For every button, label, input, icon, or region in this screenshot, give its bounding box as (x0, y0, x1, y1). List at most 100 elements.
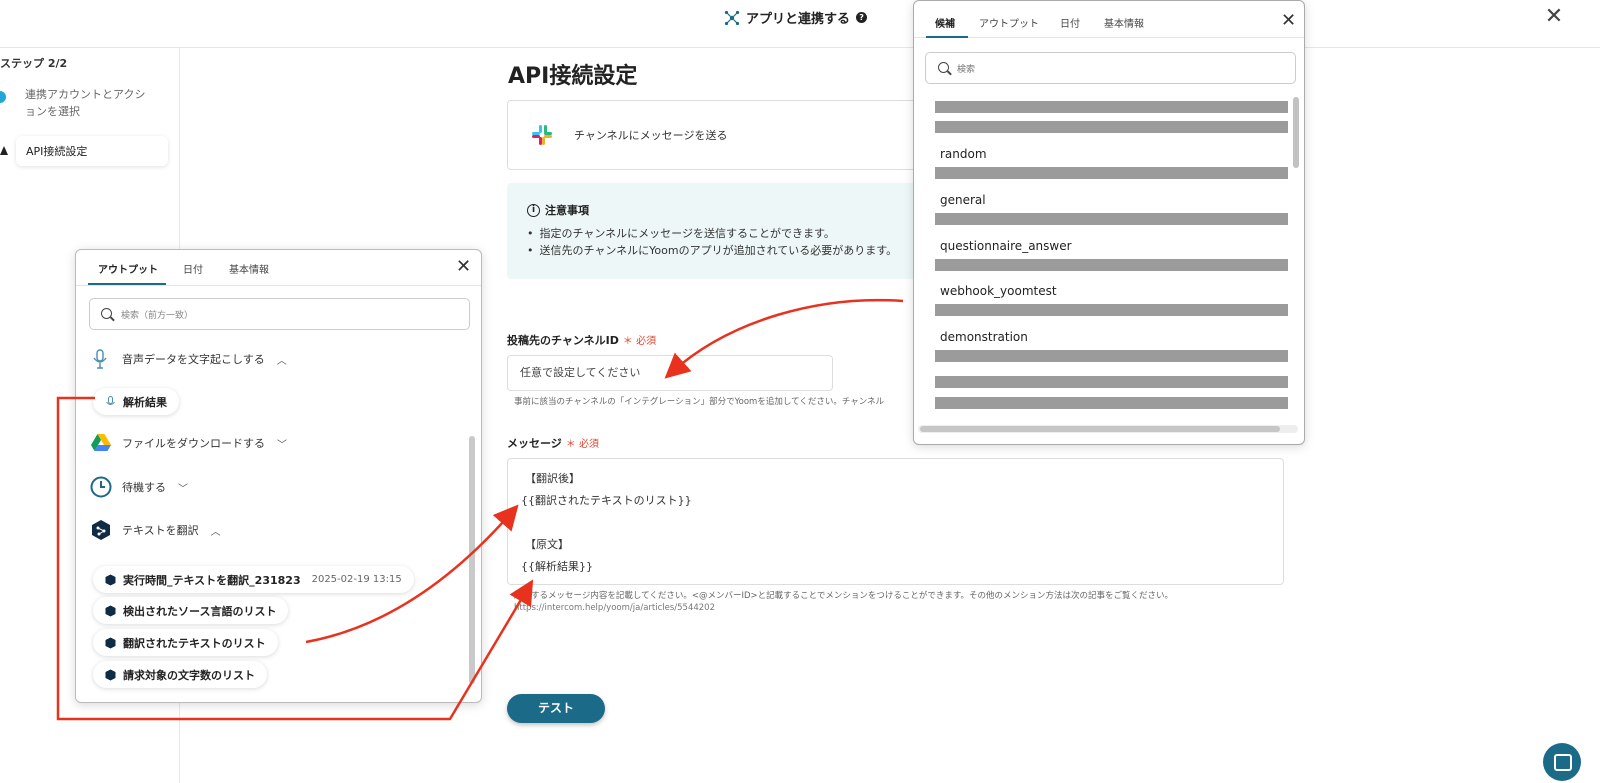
top-bar: アプリと連携する ? ✕ (0, 0, 1600, 48)
chip-label: 解析結果 (123, 395, 167, 409)
required-badge: ＊ 必須 (622, 336, 657, 347)
notice-box: i 注意事項 指定のチャンネルにメッセージを送信することができます。 送信先のチ… (507, 183, 967, 279)
chip-label: 検出されたソース言語のリスト (123, 604, 277, 618)
notice-title-text: 注意事項 (545, 204, 589, 217)
redacted-channel (935, 259, 1288, 271)
chip-label: 翻訳されたテキストのリスト (123, 636, 266, 650)
section-label: 音声データを文字起こしする (122, 353, 265, 366)
help-article-link[interactable]: https://intercom.help/yoom/ja/articles/5… (514, 603, 715, 613)
channel-search-input[interactable]: 検索 (925, 52, 1296, 84)
close-icon[interactable]: ✕ (456, 258, 471, 276)
section-label: 待機する (122, 481, 166, 494)
tab-date[interactable]: 日付 (1060, 15, 1080, 30)
output-search-input[interactable]: 検索（前方一致） (89, 298, 470, 330)
section-translate[interactable]: テキストを翻訳 ︿ (90, 519, 221, 541)
output-picker-popup: アウトプット 日付 基本情報 ✕ 検索（前方一致） 音声データを文字起こしする … (75, 249, 482, 703)
search-placeholder: 検索（前方一致） (121, 311, 194, 321)
output-chip-analysis-result[interactable]: 解析結果 (93, 388, 179, 415)
channel-option[interactable]: questionnaire_answer (940, 239, 1072, 253)
channel-option[interactable]: demonstration (940, 330, 1028, 344)
redacted-channel (935, 304, 1288, 316)
tab-basic-info[interactable]: 基本情報 (229, 261, 269, 276)
scrollbar[interactable] (1293, 97, 1299, 168)
tab-output[interactable]: アウトプット (98, 261, 158, 276)
chat-support-icon[interactable] (1543, 743, 1581, 781)
voice-icon (106, 395, 115, 405)
channel-id-label: 投稿先のチャンネルID ＊ 必須 (507, 332, 656, 348)
section-label: ファイルをダウンロードする (122, 437, 265, 450)
message-label: メッセージ＊ 必須 (507, 435, 599, 451)
deepl-icon (105, 637, 116, 648)
horizontal-scrollbar[interactable] (920, 426, 1280, 432)
chip-label: 請求対象の文字数のリスト (123, 668, 255, 682)
chevron-up-icon: ︿ (276, 355, 287, 367)
channel-option[interactable]: general (940, 193, 986, 207)
chevron-down-icon: ﹀ (178, 483, 188, 495)
chip-label: 実行時間_テキストを翻訳_231823 (123, 573, 301, 587)
action-label: チャンネルにメッセージを送る (574, 129, 728, 142)
redacted-channel (935, 397, 1288, 409)
info-icon: i (527, 203, 540, 217)
notice-item: 送信先のチャンネルにYoomのアプリが追加されている必要があります。 (527, 242, 898, 259)
message-line: 【翻訳後】 (525, 472, 580, 485)
clock-icon (90, 476, 112, 498)
message-line: {{解析結果}} (521, 560, 593, 573)
channel-id-input[interactable]: 任意で設定してください (507, 355, 833, 391)
warning-icon (0, 146, 8, 155)
channel-picker-popup: 候補 アウトプット 日付 基本情報 ✕ 検索 random general qu… (913, 0, 1305, 445)
step-label: API接続設定 (26, 145, 88, 158)
sidebar-step-api-settings[interactable]: API接続設定 (0, 136, 168, 166)
section-download[interactable]: ファイルをダウンロードする ﹀ (90, 432, 287, 454)
required-badge: ＊ 必須 (565, 439, 599, 450)
redacted-channel (935, 213, 1288, 225)
deepl-icon (92, 520, 110, 540)
voice-icon (93, 349, 107, 369)
channel-option[interactable]: random (940, 147, 987, 161)
message-help: 送信するメッセージ内容を記載してください。<@メンバーID>と記載することでメン… (514, 591, 1174, 601)
step-label: 連携アカウントとアクションを選択 (25, 88, 146, 118)
search-icon (938, 62, 949, 73)
slack-icon (532, 125, 552, 145)
active-tab-indicator (926, 36, 968, 38)
redacted-channel (935, 376, 1288, 388)
active-tab-indicator (88, 283, 166, 285)
chevron-up-icon: ︿ (210, 526, 221, 538)
tab-candidates[interactable]: 候補 (935, 15, 955, 30)
section-label: テキストを翻訳 (122, 524, 199, 537)
output-chip-char-count[interactable]: 請求対象の文字数のリスト (93, 661, 267, 688)
redacted-channel (935, 167, 1288, 179)
message-textarea[interactable]: 【翻訳後】 {{翻訳されたテキストのリスト}} 【原文】 {{解析結果}} (507, 458, 1284, 585)
output-chip-run-time[interactable]: 実行時間_テキストを翻訳_231823 2025-02-19 13:15 (93, 566, 414, 593)
action-card: チャンネルにメッセージを送る (507, 100, 967, 170)
tab-date[interactable]: 日付 (183, 261, 203, 276)
section-wait[interactable]: 待機する ﹀ (90, 476, 188, 498)
output-chip-translated-text[interactable]: 翻訳されたテキストのリスト (93, 629, 278, 656)
help-icon[interactable]: ? (856, 12, 868, 23)
output-chip-source-language[interactable]: 検出されたソース言語のリスト (93, 597, 289, 624)
close-icon[interactable]: ✕ (1543, 6, 1565, 28)
google-drive-icon (91, 434, 111, 451)
check-icon (0, 91, 6, 103)
scrollbar[interactable] (469, 436, 475, 684)
message-label-text: メッセージ (507, 437, 562, 450)
deepl-icon (105, 574, 116, 585)
tab-basic-info[interactable]: 基本情報 (1104, 15, 1144, 30)
chip-date: 2025-02-19 13:15 (311, 574, 402, 585)
redacted-channel (935, 350, 1288, 362)
section-transcribe[interactable]: 音声データを文字起こしする ︿ (90, 348, 287, 370)
page-title: API接続設定 (508, 64, 638, 89)
deepl-icon (105, 605, 116, 616)
step-indicator: ステップ 2/2 (0, 57, 68, 70)
redacted-channel (935, 101, 1288, 113)
redacted-channel (935, 121, 1288, 133)
close-icon[interactable]: ✕ (1281, 12, 1296, 30)
deepl-icon (105, 669, 116, 680)
channel-id-label-text: 投稿先のチャンネルID (507, 334, 619, 347)
message-line: 【原文】 (525, 538, 569, 551)
notice-item: 指定のチャンネルにメッセージを送信することができます。 (527, 225, 897, 242)
test-button[interactable]: テスト (507, 694, 605, 723)
message-line: {{翻訳されたテキストのリスト}} (521, 494, 692, 507)
search-icon (101, 308, 112, 319)
channel-option[interactable]: webhook_yoomtest (940, 284, 1057, 298)
tab-output[interactable]: アウトプット (979, 15, 1039, 30)
